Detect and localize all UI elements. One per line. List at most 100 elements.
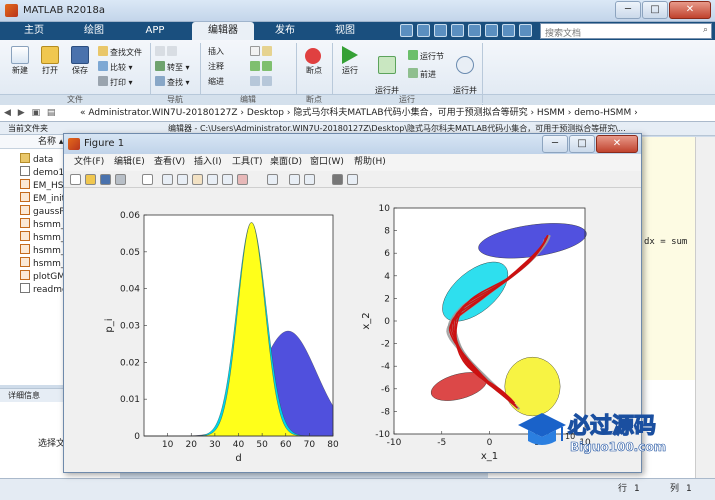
pan-icon[interactable] — [192, 174, 203, 185]
y-tick-label: 0.01 — [120, 395, 140, 405]
search-input[interactable]: 搜索文档 ⌕ — [540, 23, 712, 39]
paste-icon[interactable] — [451, 24, 464, 37]
comment-button[interactable]: 注释 — [208, 61, 224, 73]
figure-close-button[interactable]: ✕ — [596, 135, 638, 153]
find-files-button[interactable]: 查找文件 — [98, 46, 142, 58]
menu-tools[interactable]: 工具(T) — [232, 154, 263, 171]
save-icon[interactable] — [400, 24, 413, 37]
breakpoints-button[interactable]: 断点 — [300, 66, 328, 76]
data-cursor-icon[interactable] — [222, 174, 233, 185]
tab-editor[interactable]: 编辑器 — [192, 22, 254, 40]
ribbon-empty-section — [483, 94, 715, 105]
fx-icon — [250, 46, 260, 56]
outdent-icon — [262, 76, 272, 86]
list-item[interactable]: data — [20, 153, 53, 165]
open-button[interactable]: 打开 — [36, 46, 64, 76]
fx-button[interactable] — [250, 46, 274, 58]
window-controls: ─ □ ✕ — [615, 1, 711, 19]
open-file-icon[interactable] — [85, 174, 96, 185]
tab-view[interactable]: 视图 — [320, 22, 370, 40]
tab-plots[interactable]: 绘图 — [70, 22, 118, 40]
brush-icon[interactable] — [237, 174, 248, 185]
y-tick-label: -8 — [381, 407, 390, 417]
close-button[interactable]: ✕ — [669, 1, 711, 19]
list-item[interactable]: EM_HS — [20, 179, 63, 191]
legend-icon[interactable] — [304, 174, 315, 185]
column-name[interactable]: 名称 — [38, 137, 56, 147]
tab-home[interactable]: 主页 — [10, 22, 58, 40]
zoom-in-icon[interactable] — [162, 174, 173, 185]
save-icon — [71, 46, 89, 64]
new-button[interactable]: 新建 — [6, 46, 34, 76]
menu-desktop[interactable]: 桌面(D) — [270, 154, 302, 171]
zoom-out-icon[interactable] — [177, 174, 188, 185]
redo-icon[interactable] — [485, 24, 498, 37]
menu-insert[interactable]: 插入(I) — [194, 154, 222, 171]
run-section-button[interactable]: 运行节 — [408, 50, 444, 62]
ribbon: 新建 打开 保存 查找文件 比较 ▾ 打印 ▾ 文件 转至 ▾ 查找 ▾ 导航 … — [0, 40, 715, 105]
watermark-url: Biguo100.com — [570, 440, 666, 454]
show-plot-tools-icon[interactable] — [347, 174, 358, 185]
figure-minimize-button[interactable]: ─ — [542, 135, 568, 153]
indent-label: 缩进 — [208, 77, 224, 86]
undo-icon[interactable] — [468, 24, 481, 37]
rotate-icon[interactable] — [207, 174, 218, 185]
list-item[interactable]: hsmm_ — [20, 218, 65, 230]
list-item[interactable]: gaussP — [20, 205, 65, 217]
new-figure-icon[interactable] — [70, 174, 81, 185]
menu-file[interactable]: 文件(F) — [74, 154, 104, 171]
indent-button[interactable]: 缩进 — [208, 76, 224, 88]
cut-icon[interactable] — [417, 24, 430, 37]
hide-plot-tools-icon[interactable] — [332, 174, 343, 185]
menu-edit[interactable]: 编辑(E) — [114, 154, 145, 171]
link-plot-icon[interactable] — [267, 174, 278, 185]
status-bar: 行 1 列 1 — [0, 478, 715, 500]
help-icon[interactable] — [519, 24, 532, 37]
save-button[interactable]: 保存 — [66, 46, 94, 76]
pointer-icon[interactable] — [142, 174, 153, 185]
menu-view[interactable]: 查看(V) — [154, 154, 185, 171]
minimize-button[interactable]: ─ — [615, 1, 641, 19]
list-item[interactable]: plotGM — [20, 270, 65, 282]
run-button[interactable]: 运行 — [336, 46, 364, 76]
breakpoints-label: 断点 — [306, 66, 322, 75]
maximize-button[interactable]: □ — [642, 1, 668, 19]
list-item[interactable]: hsmm_ — [20, 257, 65, 269]
address-bar[interactable]: ◀ ▶ ▣ ▤ « Administrator.WIN7U-20180127Z … — [0, 105, 715, 122]
tab-apps[interactable]: APP — [130, 22, 180, 40]
find-button[interactable]: 查找 ▾ — [155, 76, 190, 88]
compare-button[interactable]: 比较 ▾ — [98, 61, 133, 73]
copy-icon[interactable] — [434, 24, 447, 37]
advance-button[interactable]: 前进 — [408, 68, 436, 80]
print-button[interactable]: 打印 ▾ — [98, 76, 133, 88]
address-nav-icons[interactable]: ◀ ▶ ▣ ▤ — [4, 105, 57, 121]
print-figure-icon[interactable] — [115, 174, 126, 185]
address-path[interactable]: « Administrator.WIN7U-20180127Z › Deskto… — [80, 105, 638, 121]
list-item[interactable]: readme — [20, 283, 68, 295]
colorbar-icon[interactable] — [289, 174, 300, 185]
open-folder-icon — [41, 46, 59, 64]
tab-publish[interactable]: 发布 — [260, 22, 310, 40]
list-item[interactable]: hsmm_ — [20, 244, 65, 256]
y-tick-label: 4 — [384, 272, 390, 282]
arrow-left-icon — [155, 46, 165, 56]
figure-maximize-button[interactable]: □ — [569, 135, 595, 153]
y-tick-label: -6 — [381, 385, 390, 395]
save-figure-icon[interactable] — [100, 174, 111, 185]
list-item[interactable]: hsmm_ — [20, 231, 65, 243]
nav-back-forward[interactable] — [155, 46, 179, 58]
goto-label: 转至 — [167, 63, 183, 72]
editor-code[interactable]: dx = sum — [640, 137, 695, 382]
list-item[interactable]: EM_init — [20, 192, 65, 204]
goto-button[interactable]: 转至 ▾ — [155, 61, 190, 73]
comment-toggle[interactable] — [250, 61, 274, 73]
comment-label: 注释 — [208, 62, 224, 71]
col-value: 1 — [686, 484, 692, 494]
menu-help[interactable]: 帮助(H) — [354, 154, 386, 171]
list-item[interactable]: demo1 — [20, 166, 64, 178]
menu-window[interactable]: 窗口(W) — [310, 154, 344, 171]
switch-windows-icon[interactable] — [502, 24, 515, 37]
indent-toggle[interactable] — [250, 76, 274, 88]
run-icon — [342, 46, 358, 64]
insert-button[interactable]: 插入 — [208, 46, 224, 58]
